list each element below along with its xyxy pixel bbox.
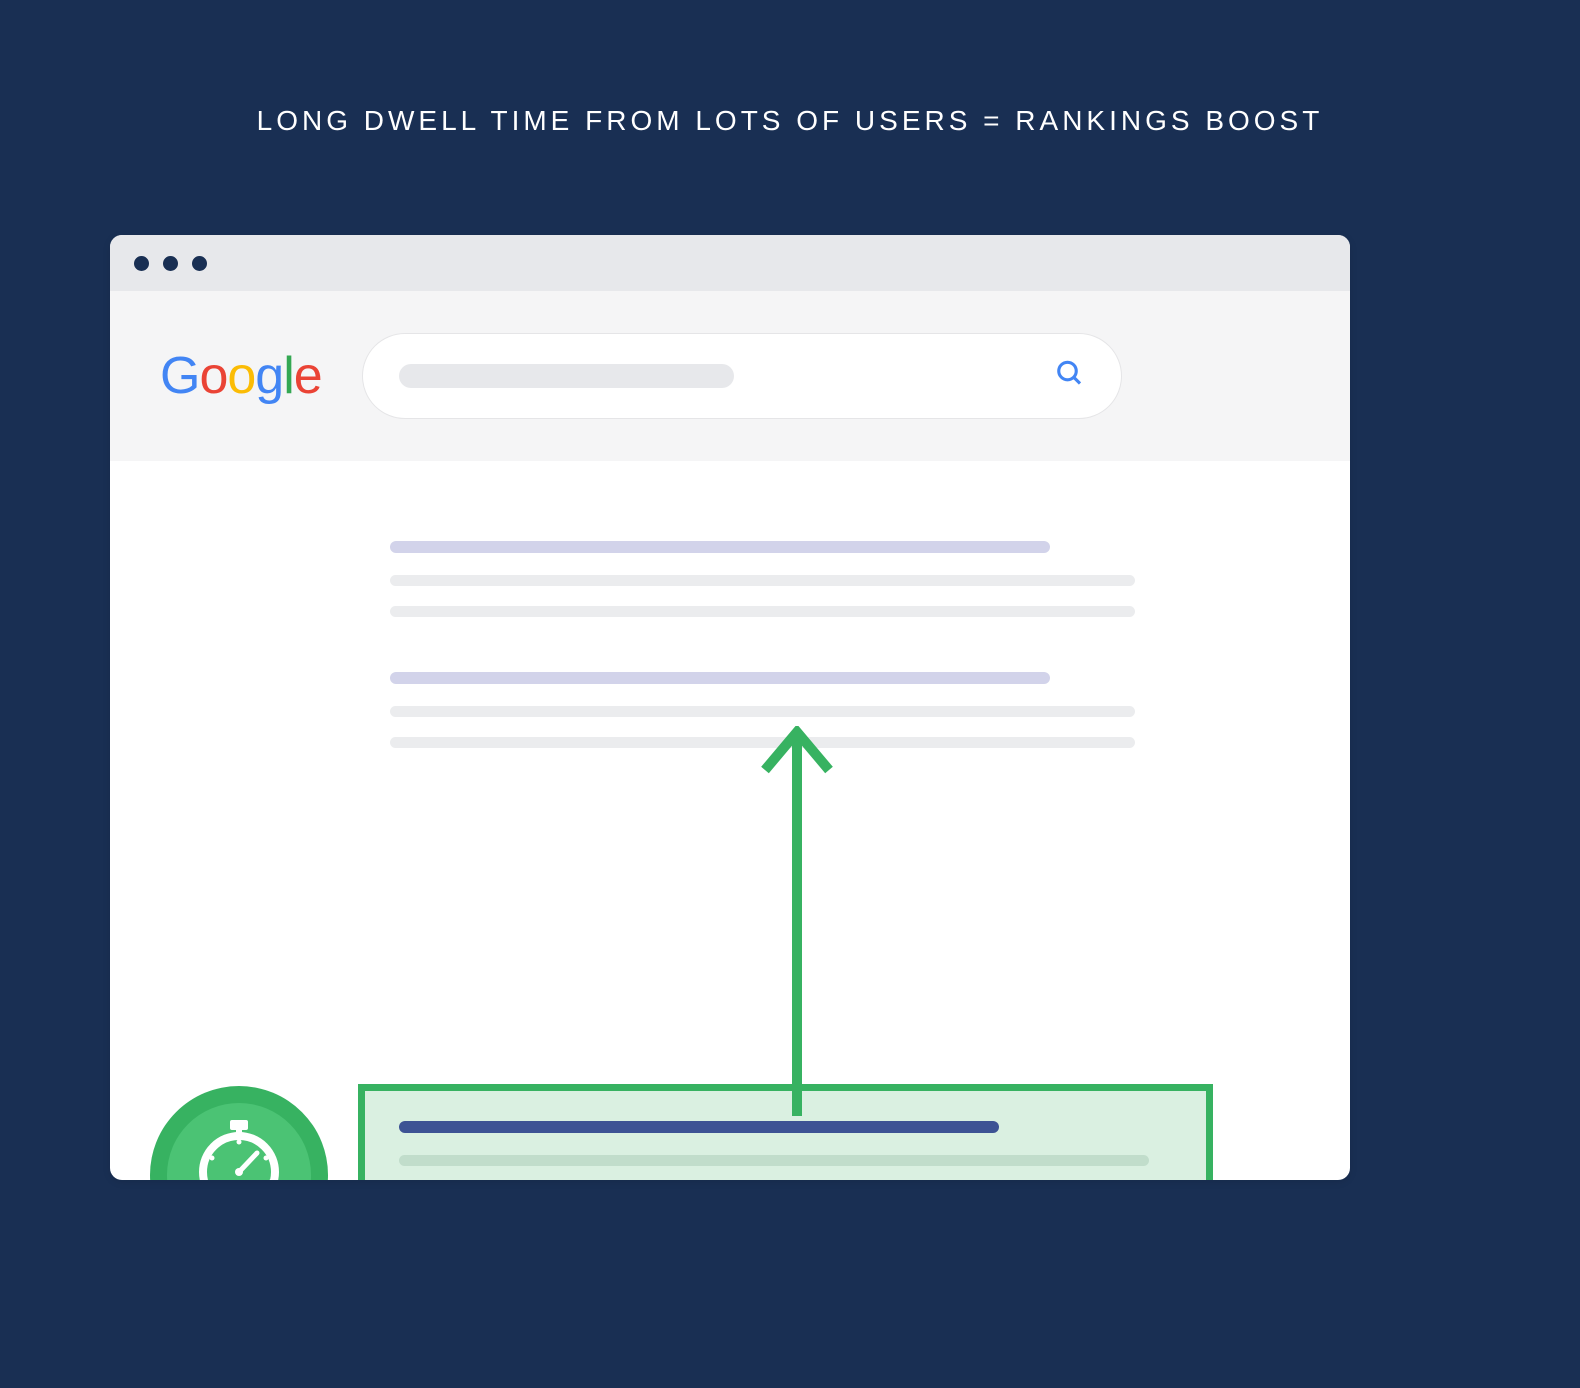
- window-controls: [134, 256, 207, 271]
- logo-letter: o: [199, 346, 227, 406]
- logo-letter: e: [294, 346, 322, 406]
- logo-letter: o: [227, 346, 255, 406]
- result-body-placeholder: [390, 706, 1135, 717]
- diagram-title: LONG DWELL TIME FROM LOTS OF USERS = RAN…: [0, 0, 1580, 137]
- result-body-placeholder: [390, 575, 1135, 586]
- stopwatch-thumbsup-icon: [150, 1086, 328, 1180]
- search-icon[interactable]: [1055, 359, 1085, 394]
- browser-window: G o o g l e: [110, 235, 1350, 1180]
- result-title-placeholder: [390, 672, 1050, 684]
- search-input[interactable]: [362, 333, 1122, 419]
- google-logo: G o o g l e: [160, 346, 322, 406]
- search-results: [110, 461, 1350, 1180]
- search-header: G o o g l e: [110, 291, 1350, 461]
- search-placeholder-bar: [399, 364, 734, 388]
- window-dot: [134, 256, 149, 271]
- browser-titlebar: [110, 235, 1350, 291]
- window-dot: [192, 256, 207, 271]
- result-body-placeholder: [390, 606, 1135, 617]
- highlighted-body-placeholder: [399, 1155, 1149, 1166]
- window-dot: [163, 256, 178, 271]
- highlighted-result: [358, 1084, 1213, 1180]
- highlighted-title-placeholder: [399, 1121, 999, 1133]
- search-result: [390, 541, 1230, 617]
- logo-letter: G: [160, 346, 199, 406]
- result-title-placeholder: [390, 541, 1050, 553]
- search-result: [390, 672, 1230, 748]
- arrow-up-icon: [757, 726, 837, 1116]
- logo-letter: l: [283, 346, 294, 406]
- logo-letter: g: [255, 346, 283, 406]
- result-body-placeholder: [390, 737, 1135, 748]
